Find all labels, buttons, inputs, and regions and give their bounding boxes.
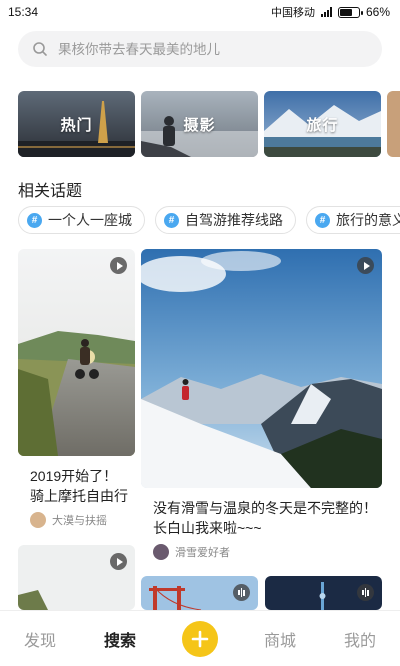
partial-tile-image bbox=[387, 91, 400, 157]
category-hot[interactable]: 热门 bbox=[18, 91, 135, 157]
status-indicators: 中国移动 66% bbox=[271, 4, 390, 20]
hash-icon: # bbox=[315, 212, 330, 228]
topic-label: 自驾游推荐线路 bbox=[185, 212, 283, 228]
plus-icon bbox=[191, 630, 209, 647]
category-label: 热门 bbox=[60, 116, 93, 134]
nav-shop[interactable]: 商城 bbox=[240, 627, 320, 651]
category-row: 热门 摄影 旅行 bbox=[18, 91, 400, 157]
feed-card-bridge[interactable] bbox=[141, 576, 258, 610]
audio-icon bbox=[357, 584, 374, 601]
category-label: 摄影 bbox=[183, 116, 216, 134]
carrier-label: 中国移动 bbox=[270, 7, 315, 19]
snow-mountain-image bbox=[141, 249, 382, 488]
add-button[interactable] bbox=[182, 620, 218, 657]
motorcycle-road-image bbox=[18, 249, 135, 456]
topic-chip[interactable]: # 旅行的意义 bbox=[306, 206, 400, 234]
audio-icon bbox=[233, 584, 250, 601]
nav-mine[interactable]: 我的 bbox=[320, 627, 400, 651]
category-more[interactable] bbox=[387, 91, 400, 157]
card-title-line: 骑上摩托自由行 bbox=[30, 488, 128, 504]
card-title-line: 没有滑雪与温泉的冬天是不完整的！ bbox=[153, 500, 377, 516]
feed-card-tower[interactable] bbox=[265, 576, 382, 610]
hash-icon: # bbox=[164, 212, 179, 228]
category-photography[interactable]: 摄影 bbox=[141, 91, 258, 157]
bottom-nav: 发现 搜索 商城 我的 bbox=[0, 610, 400, 666]
feed-card-partial-left[interactable] bbox=[18, 545, 135, 610]
avatar bbox=[30, 512, 46, 528]
card-author[interactable]: 大漠与扶摇 bbox=[30, 512, 107, 528]
card-title: 2019开始了！ 骑上摩托自由行 bbox=[30, 466, 128, 506]
topic-chip[interactable]: # 自驾游推荐线路 bbox=[155, 206, 296, 234]
nav-search[interactable]: 搜索 bbox=[80, 627, 160, 651]
topic-label: 旅行的意义 bbox=[336, 212, 400, 228]
nav-discover[interactable]: 发现 bbox=[0, 627, 80, 651]
card-title-line: 2019开始了！ bbox=[30, 468, 118, 484]
topic-label: 一个人一座城 bbox=[48, 212, 132, 228]
topic-chips: # 一个人一座城 # 自驾游推荐线路 # 旅行的意义 bbox=[18, 206, 400, 234]
video-icon bbox=[357, 257, 374, 274]
feed-card-motorcycle[interactable] bbox=[18, 249, 135, 456]
signal-icon bbox=[320, 7, 332, 17]
author-name: 滑雪爱好者 bbox=[175, 547, 230, 559]
avatar bbox=[153, 544, 169, 560]
video-icon bbox=[110, 257, 127, 274]
section-title: 相关话题 bbox=[18, 183, 83, 200]
topic-chip[interactable]: # 一个人一座城 bbox=[18, 206, 145, 234]
battery-icon bbox=[337, 6, 363, 18]
feed-card-snow[interactable] bbox=[141, 249, 382, 488]
card-author[interactable]: 滑雪爱好者 bbox=[153, 544, 230, 560]
category-travel[interactable]: 旅行 bbox=[264, 91, 381, 157]
hash-icon: # bbox=[27, 212, 42, 228]
card-title: 没有滑雪与温泉的冬天是不完整的！ 长白山我来啦~~~ bbox=[153, 498, 377, 538]
video-icon bbox=[110, 553, 127, 570]
nav-add bbox=[160, 620, 240, 657]
status-bar: 15:34 中国移动 66% bbox=[0, 0, 400, 24]
author-name: 大漠与扶摇 bbox=[52, 515, 107, 527]
search-icon bbox=[33, 42, 47, 56]
battery-percent: 66% bbox=[365, 5, 390, 19]
status-time: 15:34 bbox=[8, 5, 39, 19]
category-label: 旅行 bbox=[306, 116, 339, 134]
search-input[interactable] bbox=[58, 41, 358, 57]
search-bar[interactable] bbox=[18, 31, 382, 67]
card-title-line: 长白山我来啦~~~ bbox=[153, 520, 262, 536]
